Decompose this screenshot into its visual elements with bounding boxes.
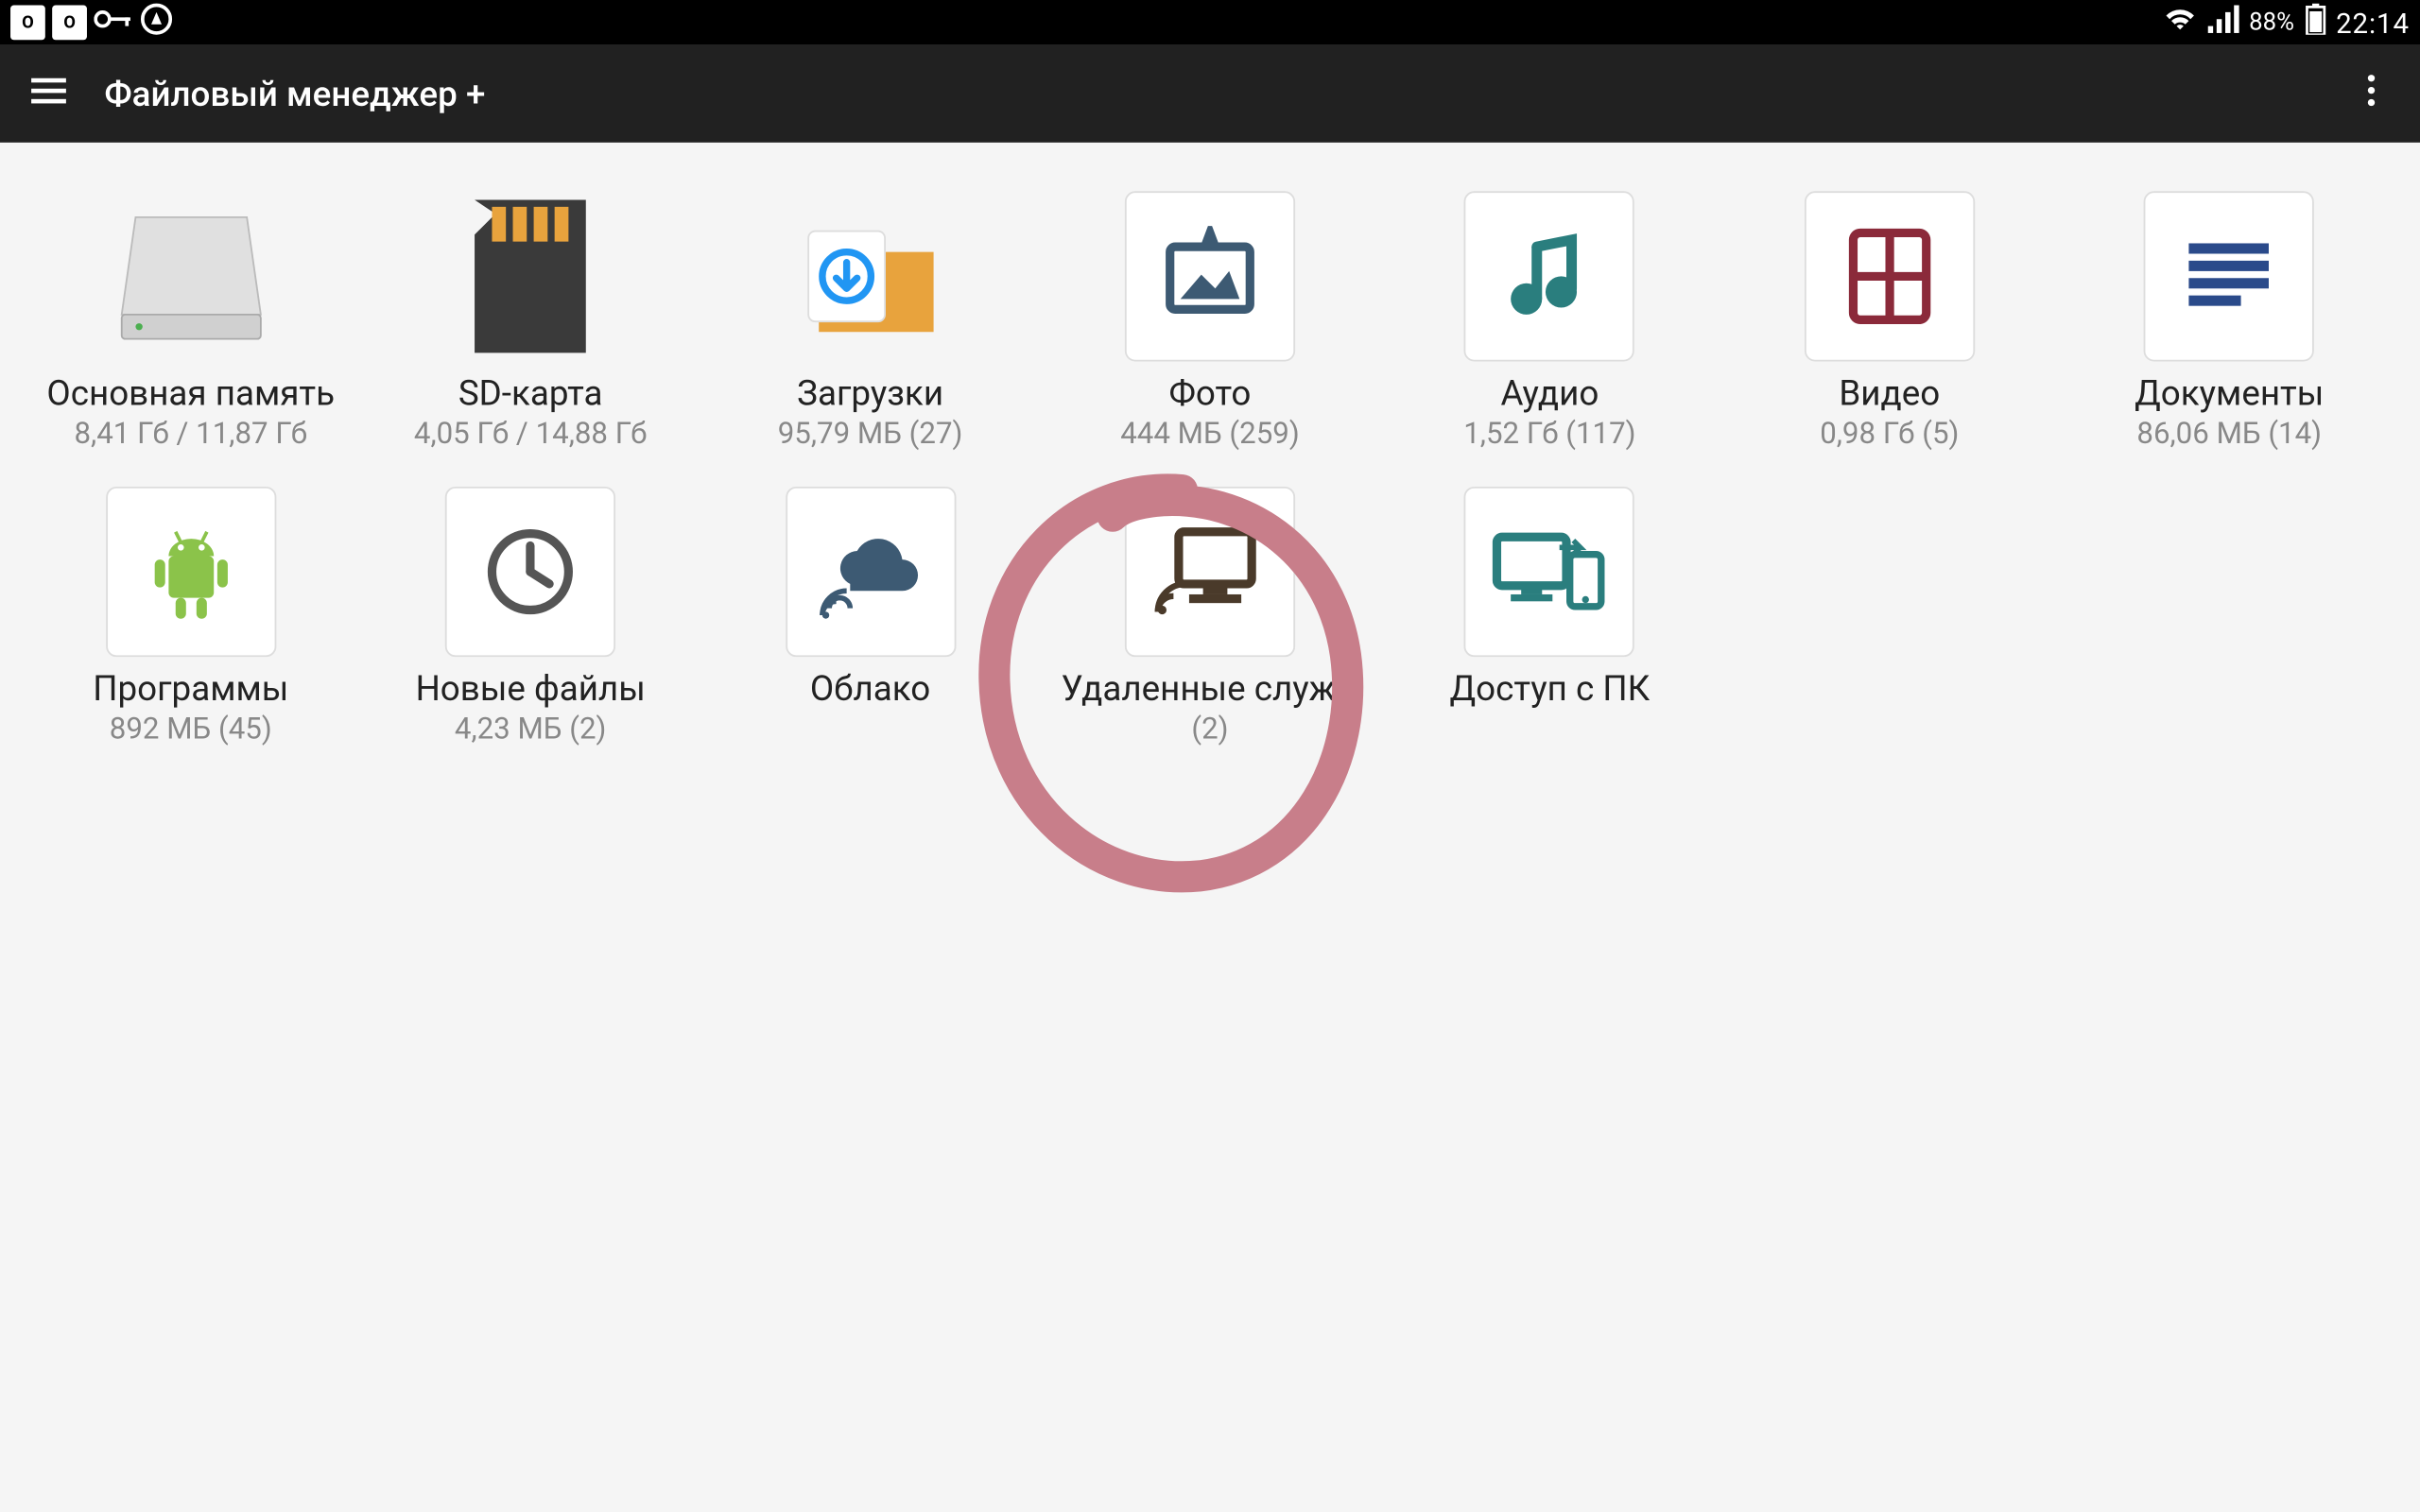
tile-title: Удаленные служ… [1062,667,1359,709]
downloads-icon [785,191,955,361]
tile-title: Аудио [1500,372,1599,414]
tile-title: Новые файлы [416,667,646,709]
tile-new-files[interactable]: Новые файлы 4,23 МБ (2) [360,480,700,755]
tile-sub: 8,41 Гб / 11,87 Гб [74,417,307,452]
app-title: Файловый менеджер + [104,73,485,114]
tile-title: Документы [2135,372,2324,414]
tile-main-storage[interactable]: Основная память 8,41 Гб / 11,87 Гб [21,184,360,459]
tile-downloads[interactable]: Загрузки 95,79 МБ (27) [700,184,1040,459]
tile-title: Программы [93,667,288,709]
status-right: 88% 22:14 [2162,4,2410,42]
screen: O O 88% 22:14 [0,0,2420,1512]
signal-icon [2207,6,2238,41]
battery-percent: 88% [2249,9,2294,36]
tile-documents[interactable]: Документы 86,06 МБ (14) [2060,184,2399,459]
app-bar-left: Файловый менеджер + [27,70,485,118]
tile-title: Загрузки [797,372,943,414]
tile-title: Облако [810,667,930,709]
tile-sub: 1,52 Гб (117) [1463,417,1635,452]
cloud-icon [785,487,955,657]
status-left: O O [10,2,174,43]
hamburger-icon[interactable] [27,70,69,118]
tile-pc-access[interactable]: Доступ с ПК [1380,480,1720,755]
tile-title: Видео [1839,372,1940,414]
app-bar: Файловый менеджер + [0,45,2420,143]
tile-title: SD-карта [458,372,603,414]
outlook-icon-2: O [52,6,87,41]
tile-sub: (2) [1191,713,1228,747]
hdd-icon [106,191,276,361]
tile-title: Доступ с ПК [1450,667,1651,709]
photo-icon [1125,191,1295,361]
sdcard-icon [445,191,615,361]
explore-icon [139,2,174,43]
clock-icon [445,487,615,657]
status-bar: O O 88% 22:14 [0,0,2420,45]
document-icon [2144,191,2314,361]
more-menu-icon[interactable] [2350,70,2392,118]
tile-remote[interactable]: Удаленные служ… (2) [1040,480,1379,755]
key-icon [94,7,131,38]
tile-video[interactable]: Видео 0,98 Гб (5) [1720,184,2059,459]
tile-cloud[interactable]: Облако [700,480,1040,755]
remote-icon [1125,487,1295,657]
tile-sub: 4,23 МБ (2) [455,713,607,747]
android-icon [106,487,276,657]
tile-sub: 4,05 Гб / 14,88 Гб [414,417,648,452]
outlook-icon: O [10,6,45,41]
tile-sub: 95,79 МБ (27) [778,417,963,452]
tile-photos[interactable]: Фото 444 МБ (259) [1040,184,1379,459]
grid-area: Основная память 8,41 Гб / 11,87 Гб SD-ка… [0,143,2420,796]
tile-sub: 0,98 Гб (5) [1820,417,1959,452]
battery-icon [2305,4,2325,42]
status-time: 22:14 [2336,6,2410,39]
tile-sub: 86,06 МБ (14) [2136,417,2322,452]
tile-title: Фото [1169,372,1252,414]
wifi-icon [2162,6,2197,41]
tile-sub: 444 МБ (259) [1120,417,1300,452]
tile-audio[interactable]: Аудио 1,52 Гб (117) [1380,184,1720,459]
audio-icon [1464,191,1634,361]
pc-access-icon [1464,487,1634,657]
tile-apps[interactable]: Программы 892 МБ (45) [21,480,360,755]
tile-sd-card[interactable]: SD-карта 4,05 Гб / 14,88 Гб [360,184,700,459]
tile-sub: 892 МБ (45) [110,713,272,747]
tiles-grid: Основная память 8,41 Гб / 11,87 Гб SD-ка… [21,184,2399,754]
video-icon [1805,191,1975,361]
tile-title: Основная память [46,372,335,414]
